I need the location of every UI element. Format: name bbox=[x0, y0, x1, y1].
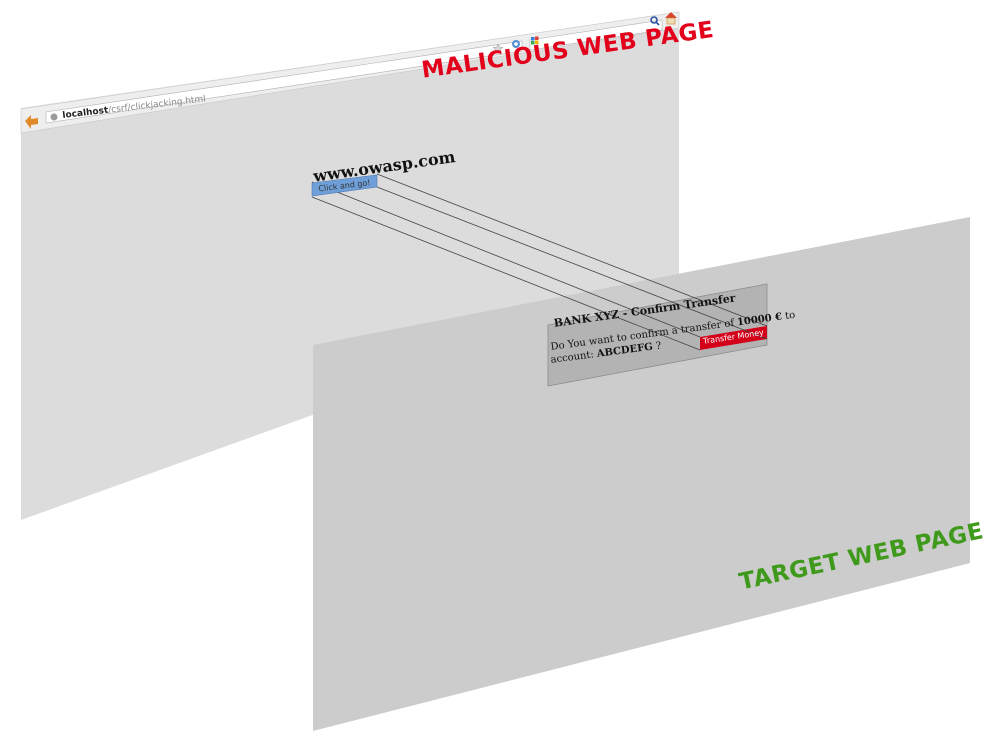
account-suffix: ? bbox=[652, 340, 662, 353]
clickjacking-diagram bbox=[20, 11, 970, 731]
site-identity-icon bbox=[50, 113, 58, 121]
transfer-prompt-to: to bbox=[781, 309, 796, 323]
